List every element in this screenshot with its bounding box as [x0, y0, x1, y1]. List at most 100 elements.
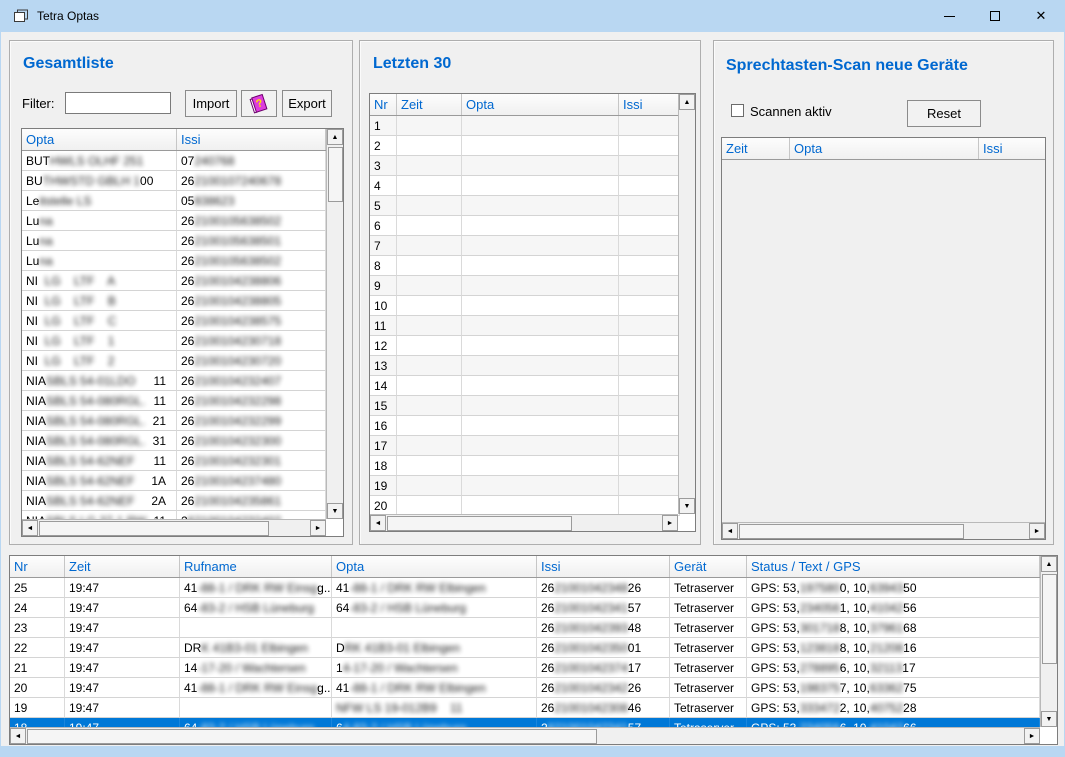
table-row[interactable]: NIASBLS 54-01LDO11262100104232407 [22, 371, 326, 391]
column-header-ger-t[interactable]: Gerät [670, 556, 747, 577]
scrollbar-thumb[interactable] [27, 729, 597, 744]
scrollbar-right-button[interactable]: ► [662, 515, 678, 531]
scrollbar-down-button[interactable]: ▼ [1041, 711, 1057, 727]
filter-input[interactable] [65, 92, 171, 114]
table-row[interactable]: Leitstelle LS05838623 [22, 191, 326, 211]
maximize-button[interactable] [972, 0, 1018, 32]
column-header-rufname[interactable]: Rufname [180, 556, 332, 577]
table-row[interactable]: NIASBLS 54-62NEF1A262100104237480 [22, 471, 326, 491]
reset-button[interactable]: Reset [907, 100, 981, 127]
table-row[interactable]: NI LG LTF 2262100104230720 [22, 351, 326, 371]
table-row[interactable]: 7 [370, 236, 680, 256]
column-header-zeit[interactable]: Zeit [65, 556, 180, 577]
horizontal-scrollbar[interactable]: ◄► [722, 522, 1045, 539]
scrollbar-left-button[interactable]: ◄ [722, 523, 738, 539]
table-row[interactable]: 14 [370, 376, 680, 396]
scrollbar-right-button[interactable]: ► [1029, 523, 1045, 539]
issi-cell: 262100104230720 [177, 351, 326, 371]
table-row[interactable]: 16 [370, 416, 680, 436]
column-header-status-text-gps[interactable]: Status / Text / GPS [747, 556, 1040, 577]
minimize-button[interactable] [926, 0, 972, 32]
table-row[interactable]: BUTHWSTD GBLH 100262100107240678 [22, 171, 326, 191]
column-header-issi[interactable]: Issi [177, 129, 326, 150]
table-row[interactable]: 2119:4714-17-20 / Wachtersen14-17-20 / W… [10, 658, 1040, 678]
cell-text: 26 [541, 581, 554, 595]
table-row[interactable]: BUTHWLS OLHF 25107240768 [22, 151, 326, 171]
scrollbar-thumb[interactable] [739, 524, 964, 539]
help-book-button[interactable]: ? [241, 90, 277, 117]
table-row[interactable]: 9 [370, 276, 680, 296]
table-row[interactable]: 2319:47262100104239348TetraserverGPS: 53… [10, 618, 1040, 638]
scrollbar-down-button[interactable]: ▼ [327, 503, 343, 519]
column-header-issi[interactable]: Issi [979, 138, 1046, 159]
table-row[interactable]: 2219:47DRK 41B3-01 ElbingenDRK 41B3-01 E… [10, 638, 1040, 658]
table-row[interactable]: 11 [370, 316, 680, 336]
column-header-issi[interactable]: Issi [537, 556, 670, 577]
table-row[interactable]: 3 [370, 156, 680, 176]
table-row[interactable]: 18 [370, 456, 680, 476]
column-header-opta[interactable]: Opta [790, 138, 979, 159]
close-button[interactable]: ✕ [1018, 0, 1064, 32]
horizontal-scrollbar[interactable]: ◄► [370, 514, 678, 531]
scannen-aktiv-checkbox[interactable] [731, 104, 744, 117]
horizontal-scrollbar[interactable]: ◄► [10, 727, 1040, 744]
titlebar[interactable]: Tetra Optas ✕ [1, 0, 1064, 32]
column-header-issi[interactable]: Issi [619, 94, 680, 115]
table-row[interactable]: 1919:47NFW LS 19-012B9 11262100104230846… [10, 698, 1040, 718]
table-row[interactable]: 19 [370, 476, 680, 496]
table-row[interactable]: 15 [370, 396, 680, 416]
table-row[interactable]: 1 [370, 116, 680, 136]
scrollbar-right-button[interactable]: ► [1024, 728, 1040, 744]
table-row[interactable]: NIASBLS 54-62NEF2A262100104235861 [22, 491, 326, 511]
table-row[interactable]: 2 [370, 136, 680, 156]
table-row[interactable]: Luna262100105638502 [22, 251, 326, 271]
import-button[interactable]: Import [185, 90, 237, 117]
scrollbar-left-button[interactable]: ◄ [370, 515, 386, 531]
table-row[interactable]: 2419:4764-83-2 / HSB Lüneburg64-83-2 / H… [10, 598, 1040, 618]
scrollbar-up-button[interactable]: ▲ [679, 94, 695, 110]
column-header-zeit[interactable]: Zeit [722, 138, 790, 159]
scrollbar-up-button[interactable]: ▲ [1041, 556, 1057, 572]
table-row[interactable]: NI LG LTF C262100104238575 [22, 311, 326, 331]
table-row[interactable]: 20 [370, 496, 680, 516]
table-row[interactable]: NI LG LTF A262100104238806 [22, 271, 326, 291]
column-header-opta[interactable]: Opta [22, 129, 177, 150]
table-row[interactable]: 2019:4741-88-1 / DRK RW Einsgg...41-88-1… [10, 678, 1040, 698]
table-row[interactable]: 10 [370, 296, 680, 316]
table-row[interactable]: 12 [370, 336, 680, 356]
table-row[interactable]: NIASBLS 54-62NEF11262100104232301 [22, 451, 326, 471]
scrollbar-down-button[interactable]: ▼ [679, 498, 695, 514]
vertical-scrollbar[interactable]: ▲▼ [678, 94, 695, 514]
table-row[interactable]: Luna262100105638501 [22, 231, 326, 251]
table-row[interactable]: 17 [370, 436, 680, 456]
table-row[interactable]: NIASBLS 54-080RGL.11262100104232298 [22, 391, 326, 411]
table-row[interactable]: 2519:4741-88-1 / DRK RW Einsgg...41-88-1… [10, 578, 1040, 598]
scrollbar-left-button[interactable]: ◄ [10, 728, 26, 744]
vertical-scrollbar[interactable]: ▲▼ [326, 129, 343, 519]
export-button[interactable]: Export [282, 90, 332, 117]
table-row[interactable]: NIASBLS 54-080RGL.31262100104232300 [22, 431, 326, 451]
scrollbar-thumb[interactable] [328, 147, 343, 202]
table-row[interactable]: 8 [370, 256, 680, 276]
table-row[interactable]: NIASBLS 54-080RGL.21262100104232299 [22, 411, 326, 431]
table-row[interactable]: 4 [370, 176, 680, 196]
column-header-nr[interactable]: Nr [370, 94, 397, 115]
table-row[interactable]: 6 [370, 216, 680, 236]
vertical-scrollbar[interactable]: ▲▼ [1040, 556, 1057, 727]
horizontal-scrollbar[interactable]: ◄► [22, 519, 326, 536]
column-header-nr[interactable]: Nr [10, 556, 65, 577]
scrollbar-thumb[interactable] [1042, 574, 1057, 664]
table-row[interactable]: 13 [370, 356, 680, 376]
table-row[interactable]: Luna262100105638502 [22, 211, 326, 231]
column-header-opta[interactable]: Opta [332, 556, 537, 577]
column-header-zeit[interactable]: Zeit [397, 94, 462, 115]
table-row[interactable]: NI LG LTF B262100104238805 [22, 291, 326, 311]
table-row[interactable]: 5 [370, 196, 680, 216]
table-row[interactable]: NI LG LTF 1262100104230718 [22, 331, 326, 351]
column-header-opta[interactable]: Opta [462, 94, 619, 115]
scrollbar-thumb[interactable] [39, 521, 269, 536]
scrollbar-right-button[interactable]: ► [310, 520, 326, 536]
scrollbar-up-button[interactable]: ▲ [327, 129, 343, 145]
scrollbar-left-button[interactable]: ◄ [22, 520, 38, 536]
scrollbar-thumb[interactable] [387, 516, 572, 531]
